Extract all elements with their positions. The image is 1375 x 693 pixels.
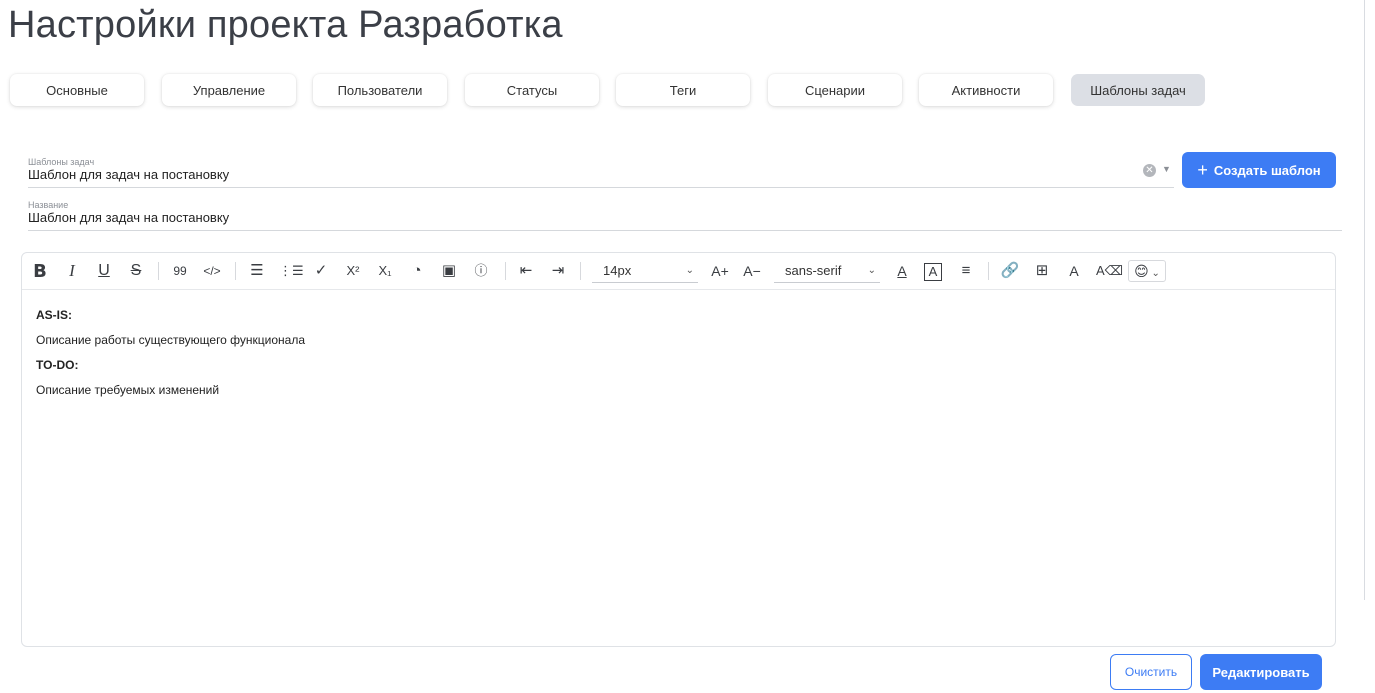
decrease-font-icon[interactable]: A−: [742, 261, 762, 281]
numbered-list-icon[interactable]: ⋮☰: [279, 261, 304, 281]
scrollbar-track[interactable]: [1364, 0, 1365, 600]
bold-icon[interactable]: 𝗕: [30, 261, 50, 281]
caret-down-icon[interactable]: ▼: [1162, 164, 1171, 174]
chevron-down-icon: ⌄: [685, 265, 694, 276]
emoji-icon: 😊: [1134, 263, 1149, 279]
subscript-icon[interactable]: X₁: [375, 261, 395, 281]
clear-button[interactable]: Очистить: [1110, 654, 1192, 690]
name-field-label: Название: [28, 200, 69, 210]
create-template-button[interactable]: + Создать шаблон: [1182, 152, 1336, 188]
blockquote-icon[interactable]: 99: [170, 261, 190, 281]
content-line: TO-DO:: [36, 358, 79, 372]
tab-statuses[interactable]: Статусы: [465, 74, 599, 106]
outdent-icon[interactable]: ⇤: [516, 261, 536, 281]
toolbar-separator: [505, 262, 506, 280]
checklist-icon[interactable]: ✓: [311, 261, 331, 281]
rich-text-editor[interactable]: 𝗕 I U S 99 </> ☰ ⋮☰ ✓ X² X₁ ◔ ▣ ⓘ ⇤ ⇥ 14…: [21, 252, 1336, 647]
strikethrough-icon[interactable]: S: [126, 261, 146, 281]
toolbar-separator: [158, 262, 159, 280]
tab-tags[interactable]: Теги: [616, 74, 750, 106]
font-icon[interactable]: A: [1064, 261, 1084, 281]
tab-scenarios[interactable]: Сценарии: [768, 74, 902, 106]
tab-general[interactable]: Основные: [10, 74, 144, 106]
edit-button[interactable]: Редактировать: [1200, 654, 1322, 690]
tab-users[interactable]: Пользователи: [313, 74, 447, 106]
create-template-label: Создать шаблон: [1213, 162, 1321, 178]
toolbar-separator: [988, 262, 989, 280]
content-line: Описание требуемых изменений: [36, 383, 220, 397]
template-select-label: Шаблоны задач: [28, 157, 95, 167]
italic-icon[interactable]: I: [62, 261, 82, 281]
name-field-value[interactable]: Шаблон для задач на постановку: [28, 210, 1328, 226]
bullet-list-icon[interactable]: ☰: [247, 261, 267, 281]
font-family-select[interactable]: sans-serif ⌄: [774, 262, 880, 283]
align-icon[interactable]: ≡: [956, 261, 976, 281]
content-line: Описание работы существующего функционал…: [36, 333, 306, 347]
underline-icon[interactable]: U: [94, 261, 114, 281]
template-select-value[interactable]: Шаблон для задач на постановку: [28, 167, 1128, 183]
background-color-icon[interactable]: A: [924, 263, 942, 281]
clear-formatting-icon[interactable]: A⌫: [1096, 261, 1123, 281]
template-select[interactable]: Шаблоны задач Шаблон для задач на постан…: [28, 157, 1128, 183]
template-select-underline: [28, 187, 1174, 188]
toolbar-separator: [580, 262, 581, 280]
tab-management[interactable]: Управление: [162, 74, 296, 106]
editor-toolbar: 𝗕 I U S 99 </> ☰ ⋮☰ ✓ X² X₁ ◔ ▣ ⓘ ⇤ ⇥ 14…: [22, 253, 1335, 290]
calendar-icon[interactable]: ▣: [439, 261, 459, 281]
indent-icon[interactable]: ⇥: [548, 261, 568, 281]
table-icon[interactable]: ⊞: [1032, 261, 1052, 281]
toolbar-separator: [235, 262, 236, 280]
name-field[interactable]: Название Шаблон для задач на постановку: [28, 200, 1328, 226]
page-title: Настройки проекта Разработка: [8, 4, 563, 46]
code-icon[interactable]: </>: [202, 261, 222, 281]
spoiler-icon[interactable]: ◔: [407, 261, 427, 281]
chevron-down-icon: ⌄: [867, 265, 876, 276]
tab-task-templates[interactable]: Шаблоны задач: [1071, 74, 1205, 106]
font-size-value: 14px: [603, 263, 632, 278]
superscript-icon[interactable]: X²: [343, 261, 363, 281]
clear-icon[interactable]: ✕: [1143, 164, 1156, 177]
info-icon[interactable]: ⓘ: [471, 261, 491, 281]
text-color-icon[interactable]: A: [892, 261, 912, 281]
name-field-underline: [28, 230, 1342, 231]
editor-content[interactable]: AS-IS: Описание работы существующего фун…: [36, 303, 305, 403]
emoji-picker[interactable]: 😊 ⌄: [1128, 260, 1166, 282]
content-line: AS-IS:: [36, 308, 72, 322]
font-size-select[interactable]: 14px ⌄: [592, 262, 698, 283]
font-family-value: sans-serif: [785, 263, 842, 278]
plus-icon: +: [1197, 160, 1208, 180]
increase-font-icon[interactable]: A+: [710, 261, 730, 281]
link-icon[interactable]: 🔗: [1000, 261, 1020, 281]
tab-activities[interactable]: Активности: [919, 74, 1053, 106]
